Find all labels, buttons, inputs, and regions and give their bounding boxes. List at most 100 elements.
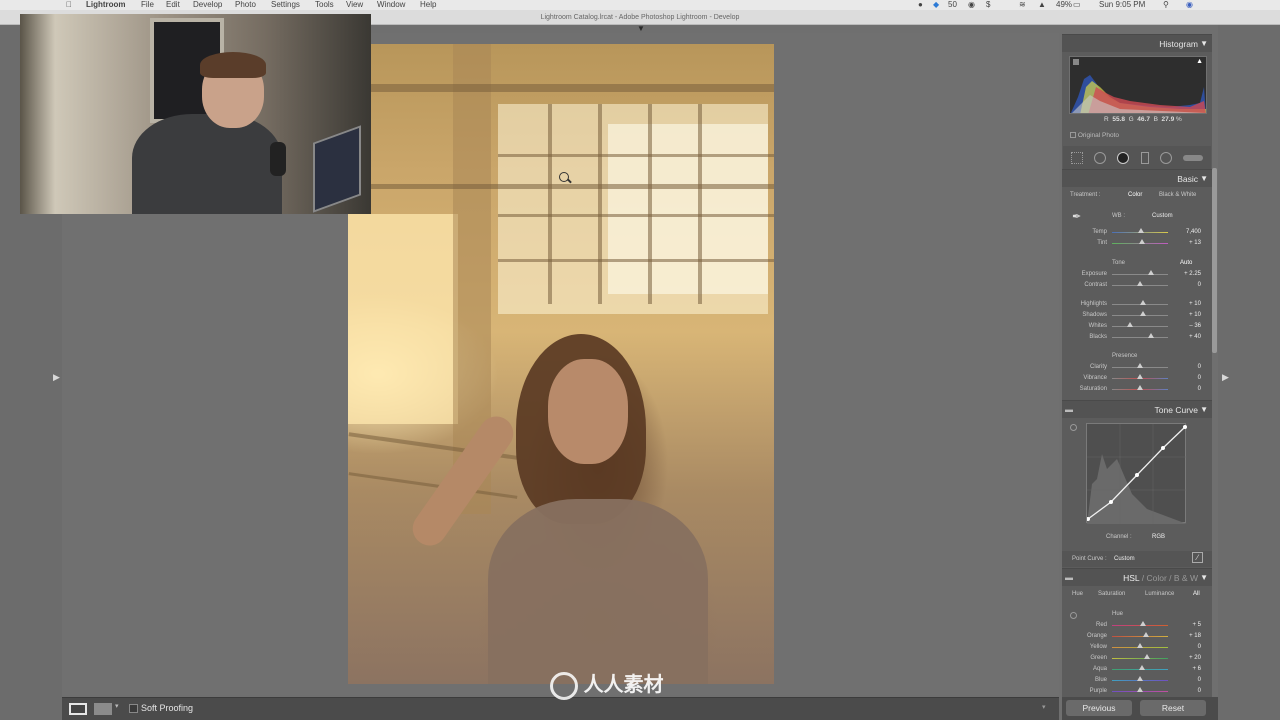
histogram-header[interactable]: Histogram ▼	[1062, 34, 1212, 52]
battery-icon[interactable]: ▭	[1073, 0, 1081, 10]
vibrance-slider-thumb[interactable]	[1137, 374, 1143, 379]
aqua-value[interactable]: + 6	[1173, 666, 1201, 672]
green-slider-thumb[interactable]	[1143, 654, 1150, 659]
exposure-value[interactable]: + 2.25	[1173, 271, 1201, 277]
hsl-toggle-icon[interactable]: ▬	[1065, 569, 1073, 587]
clarity-value[interactable]: 0	[1173, 364, 1201, 370]
expand-left-panel-icon[interactable]: ▶	[53, 372, 60, 383]
apple-icon[interactable]: 	[66, 0, 72, 10]
blacks-value[interactable]: + 40	[1173, 334, 1201, 340]
menu-settings[interactable]: Settings	[271, 0, 300, 10]
wb-preset-select[interactable]: Custom	[1152, 213, 1173, 219]
wifi-icon[interactable]: ≋	[1019, 0, 1026, 10]
blacks-slider-track[interactable]	[1112, 337, 1168, 338]
yellow-slider-thumb[interactable]	[1137, 643, 1143, 648]
blue-slider-thumb[interactable]	[1137, 676, 1143, 681]
tone-curve-header[interactable]: ▬ Tone Curve ▼	[1062, 400, 1212, 418]
temp-slider-thumb[interactable]	[1138, 228, 1145, 233]
whites-slider-thumb[interactable]	[1126, 322, 1133, 327]
before-after-icon[interactable]	[94, 703, 112, 715]
hsl-header[interactable]: ▬ HSL / Color / B & W ▼	[1062, 568, 1212, 586]
menu-develop[interactable]: Develop	[193, 0, 222, 10]
yellow-value[interactable]: 0	[1173, 644, 1201, 650]
original-photo-checkbox[interactable]	[1070, 132, 1076, 138]
main-photo[interactable]	[348, 44, 774, 684]
tone-curve-toggle-icon[interactable]: ▬	[1065, 401, 1073, 419]
panel-scrollbar[interactable]	[1212, 168, 1217, 353]
highlights-slider-thumb[interactable]	[1139, 300, 1146, 305]
collapse-histogram-icon[interactable]: ▼	[1200, 35, 1208, 53]
tone-auto-button[interactable]: Auto	[1180, 260, 1192, 266]
orange-value[interactable]: + 18	[1173, 633, 1201, 639]
color-title[interactable]: Color	[1146, 573, 1166, 583]
bw-title[interactable]: B & W	[1174, 573, 1198, 583]
spot-removal-icon[interactable]	[1094, 152, 1106, 164]
tone-curve-graph[interactable]	[1086, 423, 1187, 524]
red-value[interactable]: + 5	[1173, 622, 1201, 628]
volume-icon[interactable]: ▲	[1038, 0, 1046, 10]
shadows-slider-thumb[interactable]	[1139, 311, 1146, 316]
original-photo-toggle[interactable]: Original Photo	[1070, 132, 1119, 139]
graduated-filter-icon[interactable]	[1141, 152, 1149, 164]
highlight-clipping-icon[interactable]: ▲	[1196, 58, 1203, 65]
blacks-slider-thumb[interactable]	[1148, 333, 1155, 338]
loupe-view-icon[interactable]	[69, 703, 87, 715]
reset-button[interactable]: Reset	[1140, 700, 1206, 716]
menu-view[interactable]: View	[346, 0, 363, 10]
dollar-icon[interactable]: $	[986, 0, 990, 10]
previous-button[interactable]: Previous	[1066, 700, 1132, 716]
hsl-tab-hue[interactable]: Hue	[1072, 591, 1083, 597]
highlights-value[interactable]: + 10	[1173, 301, 1201, 307]
exposure-slider-track[interactable]	[1112, 274, 1168, 275]
aqua-slider-thumb[interactable]	[1139, 665, 1146, 670]
adjustment-brush-icon[interactable]	[1183, 155, 1203, 161]
menu-photo[interactable]: Photo	[235, 0, 256, 10]
menu-app-name[interactable]: Lightroom	[86, 0, 126, 10]
treatment-bw-option[interactable]: Black & White	[1159, 192, 1196, 198]
basic-header[interactable]: Basic ▼	[1062, 169, 1212, 187]
red-slider-thumb[interactable]	[1139, 621, 1146, 626]
clock[interactable]: Sun 9:05 PM	[1099, 0, 1145, 10]
targeted-adjustment-icon[interactable]	[1070, 424, 1077, 431]
crop-tool-icon[interactable]	[1071, 152, 1083, 164]
collapse-basic-icon[interactable]: ▼	[1200, 170, 1208, 188]
shadow-clipping-icon[interactable]	[1073, 59, 1079, 65]
blue-value[interactable]: 0	[1173, 677, 1201, 683]
orange-slider-thumb[interactable]	[1142, 632, 1149, 637]
hsl-title[interactable]: HSL	[1123, 573, 1139, 583]
hsl-tab-luminance[interactable]: Luminance	[1145, 591, 1174, 597]
spotlight-icon[interactable]: ⚲	[1163, 0, 1169, 10]
saturation-slider-thumb[interactable]	[1137, 385, 1143, 390]
channel-select[interactable]: RGB	[1152, 534, 1165, 540]
before-after-dropdown-icon[interactable]: ▾	[115, 702, 119, 710]
histogram-graph[interactable]: ▲	[1069, 56, 1207, 114]
contrast-slider-thumb[interactable]	[1137, 281, 1143, 286]
temp-value[interactable]: 7,400	[1173, 229, 1201, 235]
hsl-tab-saturation[interactable]: Saturation	[1098, 591, 1125, 597]
toolbar-content-dropdown-icon[interactable]: ▾	[1042, 703, 1046, 711]
record-icon[interactable]: ●	[918, 0, 923, 10]
collapse-hsl-icon[interactable]: ▼	[1200, 569, 1208, 587]
green-value[interactable]: + 20	[1173, 655, 1201, 661]
collapse-tone-curve-icon[interactable]: ▼	[1200, 401, 1208, 419]
hsl-tab-all[interactable]: All	[1193, 591, 1200, 597]
siri-icon[interactable]: ◉	[1186, 0, 1193, 10]
orange-slider-track[interactable]	[1112, 636, 1168, 637]
edit-point-curve-icon[interactable]: ∕	[1192, 552, 1203, 563]
radial-filter-icon[interactable]	[1160, 152, 1172, 164]
menu-tools[interactable]: Tools	[315, 0, 334, 10]
collapse-filmstrip-top-icon[interactable]: ▼	[636, 25, 646, 33]
purple-slider-thumb[interactable]	[1137, 687, 1143, 692]
saturation-value[interactable]: 0	[1173, 386, 1201, 392]
menu-file[interactable]: File	[141, 0, 154, 10]
green-slider-track[interactable]	[1112, 658, 1168, 659]
tint-slider-thumb[interactable]	[1138, 239, 1145, 244]
wb-eyedropper-icon[interactable]: ✒	[1072, 210, 1086, 224]
treatment-color-option[interactable]: Color	[1128, 192, 1142, 198]
clarity-slider-thumb[interactable]	[1137, 363, 1143, 368]
exposure-slider-thumb[interactable]	[1148, 270, 1155, 275]
whites-value[interactable]: – 36	[1173, 323, 1201, 329]
purple-value[interactable]: 0	[1173, 688, 1201, 694]
point-curve-select[interactable]: Custom	[1114, 556, 1135, 562]
shadows-value[interactable]: + 10	[1173, 312, 1201, 318]
